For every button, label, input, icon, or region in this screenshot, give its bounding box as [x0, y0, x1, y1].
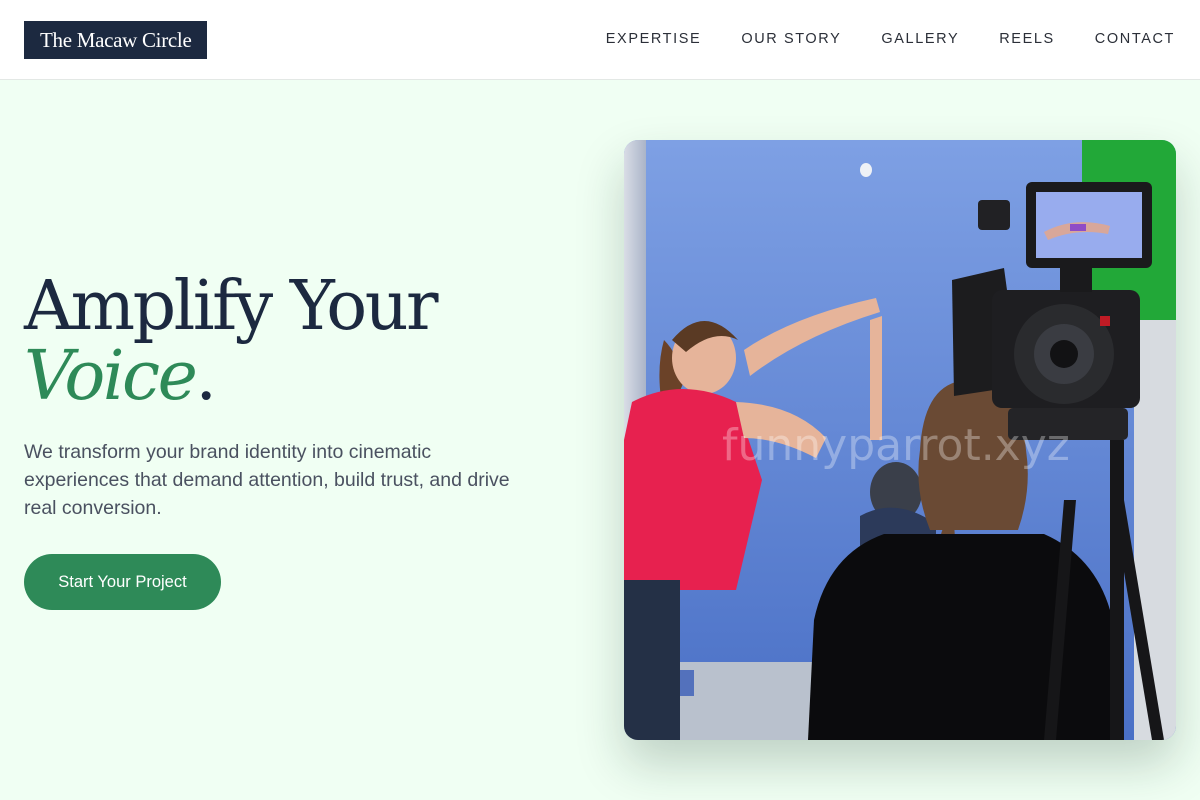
nav-link-expertise[interactable]: EXPERTISE — [606, 29, 702, 49]
nav-link-contact[interactable]: CONTACT — [1095, 29, 1175, 49]
hero-title-line1: Amplify Your — [24, 267, 439, 346]
ceiling-light — [860, 163, 872, 177]
studio-pillar — [1134, 320, 1176, 740]
site-header: The Macaw Circle EXPERTISE OUR STORY GAL… — [0, 0, 1200, 80]
nav-link-reels[interactable]: REELS — [999, 29, 1055, 49]
nav-link-our-story[interactable]: OUR STORY — [741, 29, 841, 49]
site-logo[interactable]: The Macaw Circle — [24, 21, 208, 59]
start-project-button[interactable]: Start Your Project — [24, 554, 221, 610]
watermark-text: funnyparrot.xyz — [722, 420, 1070, 471]
hero-title-accent: Voice — [24, 337, 198, 416]
hero-photo: funnyparrot.xyz — [624, 140, 1176, 740]
hero-title: Amplify Your Voice. — [24, 272, 439, 412]
main-nav: EXPERTISE OUR STORY GALLERY REELS CONTAC… — [566, 29, 1175, 49]
nav-link-gallery[interactable]: GALLERY — [881, 29, 959, 49]
film-set-illustration: funnyparrot.xyz — [624, 140, 1176, 740]
hero-description: We transform your brand identity into ci… — [24, 441, 510, 519]
hero-title-period: . — [195, 337, 217, 416]
hero-title-line2: Voice. — [24, 342, 436, 412]
